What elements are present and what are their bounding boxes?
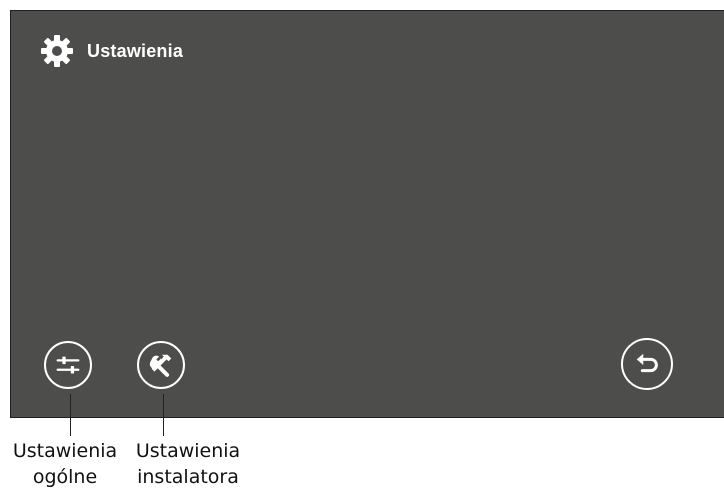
tools-icon <box>149 354 172 377</box>
page-title: Ustawienia <box>87 40 184 61</box>
caption-line: instalatora <box>137 466 239 488</box>
caption-line: Ustawienia <box>135 440 241 462</box>
settings-screen: Ustawienia <box>10 10 724 418</box>
caption-line: ogólne <box>32 466 98 488</box>
general-callout-line <box>70 394 71 436</box>
back-button[interactable] <box>621 338 673 390</box>
return-arrow-icon <box>636 353 658 373</box>
general-settings-button[interactable] <box>44 341 92 389</box>
caption-line: Ustawienia <box>12 440 118 462</box>
installer-callout-line <box>163 394 164 436</box>
screen-header: Ustawienia <box>39 33 183 69</box>
gear-icon <box>39 33 75 69</box>
general-settings-caption: Ustawienia ogólne <box>0 438 135 490</box>
sliders-icon <box>56 356 80 374</box>
installer-settings-caption: Ustawienia instalatora <box>118 438 258 490</box>
installer-settings-button[interactable] <box>137 341 185 389</box>
